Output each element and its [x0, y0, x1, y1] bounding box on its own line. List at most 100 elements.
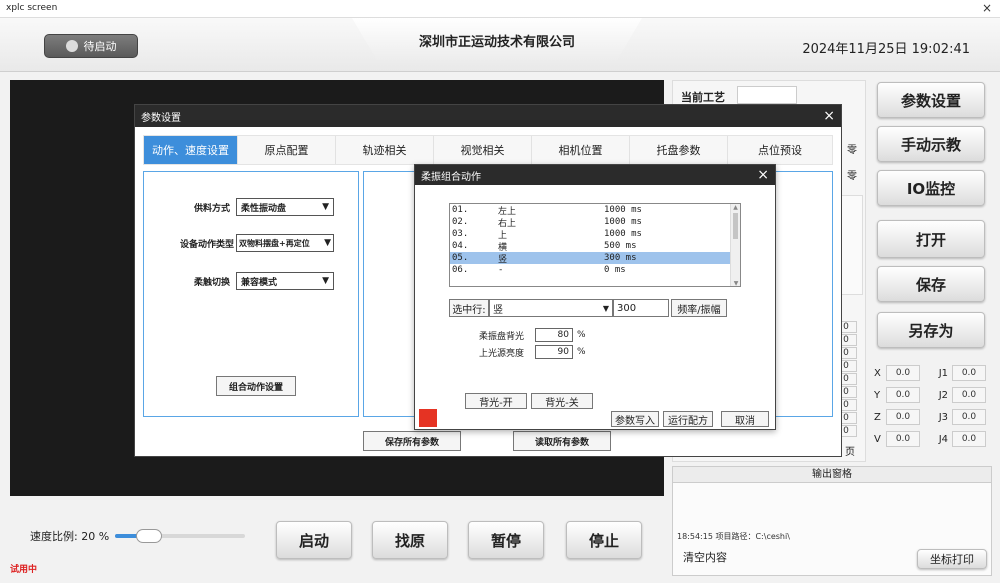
tab-tray-params[interactable]: 托盘参数: [630, 136, 728, 164]
list-item[interactable]: 02. 右上 1000 ms: [450, 216, 740, 229]
save-button[interactable]: 保存: [877, 266, 985, 302]
tab-vision[interactable]: 视觉相关: [434, 136, 532, 164]
clear-content-button[interactable]: 清空内容: [677, 547, 767, 567]
coord-value: 0.0: [952, 409, 986, 425]
action-type-value: 双物料摆盘+再定位: [239, 238, 310, 248]
coord-print-button[interactable]: 坐标打印: [917, 549, 987, 569]
backlight-off-button[interactable]: 背光-关: [531, 393, 593, 409]
row-index: 06.: [452, 265, 469, 275]
top-light-label: 上光源亮度: [479, 348, 525, 359]
tab-trajectory[interactable]: 轨迹相关: [336, 136, 434, 164]
scroll-down-icon[interactable]: ▼: [731, 280, 740, 286]
param-settings-button[interactable]: 参数设置: [877, 82, 985, 118]
save-as-button[interactable]: 另存为: [877, 312, 985, 348]
stop-button[interactable]: 停止: [566, 521, 642, 559]
backlight-on-button[interactable]: 背光-开: [465, 393, 527, 409]
manual-teach-button[interactable]: 手动示教: [877, 126, 985, 162]
backlight-unit: %: [577, 330, 586, 340]
coord-axis-label: Z: [874, 411, 881, 423]
chevron-down-icon: ▼: [322, 202, 329, 212]
coord-row: V 0.0 J4 0.0: [874, 428, 996, 450]
row-index: 01.: [452, 205, 469, 215]
slider-thumb[interactable]: [136, 529, 163, 543]
action-list[interactable]: 01. 左上 1000 ms 02. 右上 1000 ms 03. 上 1000 ms 04…: [449, 203, 741, 287]
speed-slider[interactable]: [115, 529, 246, 543]
coord-value: 0.0: [886, 387, 920, 403]
pause-button[interactable]: 暂停: [468, 521, 544, 559]
action-type-row: 设备动作类型 双物料摆盘+再定位 ▼: [154, 234, 354, 252]
coord-value: 0.0: [886, 409, 920, 425]
top-light-input[interactable]: 90: [535, 345, 573, 359]
current-process-value: [737, 86, 797, 104]
io-monitor-button[interactable]: IO监控: [877, 170, 985, 206]
run-recipe-button[interactable]: 运行配方: [663, 411, 713, 427]
duration-input[interactable]: 300: [613, 299, 669, 317]
vibration-combo-dialog: 柔振组合动作 × 01. 左上 1000 ms 02. 右上 1000 ms 03. 上 1…: [414, 164, 776, 430]
side-partial-1: 零: [847, 145, 857, 156]
tab-camera-position[interactable]: 相机位置: [532, 136, 630, 164]
row-name: 竖: [498, 254, 508, 265]
read-all-params-button[interactable]: 读取所有参数: [513, 431, 611, 451]
coord-value: 0.0: [952, 387, 986, 403]
list-item[interactable]: 04. 横 500 ms: [450, 240, 740, 253]
tab-action-speed[interactable]: 动作、速度设置: [144, 136, 238, 164]
window-close-icon[interactable]: ×: [982, 1, 992, 15]
row-value: 500 ms: [604, 241, 637, 251]
action-settings-panel: 供料方式 柔性振动盘 ▼ 设备动作类型 双物料摆盘+再定位 ▼ 柔触切换 兼容模式 ▼…: [143, 171, 359, 417]
vib-dialog-close-icon[interactable]: ×: [757, 167, 769, 183]
coord-value: 0.0: [952, 365, 986, 381]
status-indicator-icon: [65, 40, 78, 52]
list-item[interactable]: 06. - 0 ms: [450, 264, 740, 276]
row-value: 0 ms: [604, 265, 626, 275]
speed-label: 速度比例: 20 %: [30, 530, 110, 543]
current-process-label: 当前工艺: [681, 91, 725, 104]
write-params-button[interactable]: 参数写入: [611, 411, 659, 427]
action-type-label: 设备动作类型: [179, 239, 234, 250]
coord-value: 0.0: [886, 365, 920, 381]
tab-point-preset[interactable]: 点位预设: [728, 136, 832, 164]
row-name: -: [498, 265, 504, 275]
coord-value: 0.0: [886, 431, 920, 447]
combo-action-button[interactable]: 组合动作设置: [216, 376, 296, 396]
param-dialog-titlebar: 参数设置 ×: [135, 105, 841, 127]
side-partial-3: 页: [845, 447, 855, 458]
param-tabs: 动作、速度设置 原点配置 轨迹相关 视觉相关 相机位置 托盘参数 点位预设: [143, 135, 833, 165]
feed-mode-select[interactable]: 柔性振动盘 ▼: [236, 198, 334, 216]
coord-axis-label: Y: [874, 389, 881, 401]
app-header: 待启动 深圳市正运动技术有限公司 2024年11月25日 19:02:41: [0, 18, 1000, 72]
freq-amp-button[interactable]: 频率/振幅: [671, 299, 727, 317]
soft-switch-row: 柔触切换 兼容模式 ▼: [154, 272, 354, 290]
vib-dialog-titlebar: 柔振组合动作 ×: [415, 165, 775, 185]
output-log: 18:54:15 项目路径：C:\ceshi\: [677, 532, 790, 541]
list-item[interactable]: 01. 左上 1000 ms: [450, 204, 740, 217]
backlight-row: 柔振盘背光 80 %: [479, 327, 586, 343]
speed-ratio: 速度比例: 20 %: [30, 528, 246, 544]
action-name-select[interactable]: 竖 ▼: [489, 299, 613, 317]
coord-row: X 0.0 J1 0.0: [874, 362, 996, 384]
coord-axis-label: J4: [938, 433, 948, 445]
scroll-up-icon[interactable]: ▲: [731, 204, 740, 212]
top-light-row: 上光源亮度 90 %: [479, 344, 586, 360]
backlight-input[interactable]: 80: [535, 328, 573, 342]
save-all-params-button[interactable]: 保存所有参数: [363, 431, 461, 451]
list-scrollbar[interactable]: ▲ ▼: [730, 204, 740, 286]
row-index: 04.: [452, 241, 469, 251]
list-item[interactable]: 03. 上 1000 ms: [450, 228, 740, 241]
list-item-selected[interactable]: 05. 竖 300 ms: [450, 252, 740, 265]
home-button[interactable]: 找原: [372, 521, 448, 559]
soft-switch-select[interactable]: 兼容模式 ▼: [236, 272, 334, 290]
cancel-button[interactable]: 取消: [721, 411, 769, 427]
tab-origin-config[interactable]: 原点配置: [238, 136, 336, 164]
company-name: 深圳市正运动技术有限公司: [418, 34, 575, 50]
open-button[interactable]: 打开: [877, 220, 985, 258]
row-index: 05.: [452, 253, 469, 263]
status-badge[interactable]: 待启动: [44, 34, 138, 58]
chevron-down-icon: ▼: [602, 303, 609, 313]
status-indicator: [419, 409, 437, 427]
scroll-thumb[interactable]: [733, 213, 738, 239]
param-dialog-close-icon[interactable]: ×: [823, 108, 835, 124]
row-editor: 选中行: 竖 ▼ 300 频率/振幅: [449, 299, 741, 317]
soft-switch-label: 柔触切换: [193, 277, 230, 288]
action-type-select[interactable]: 双物料摆盘+再定位 ▼: [236, 234, 334, 252]
start-button[interactable]: 启动: [276, 521, 352, 559]
